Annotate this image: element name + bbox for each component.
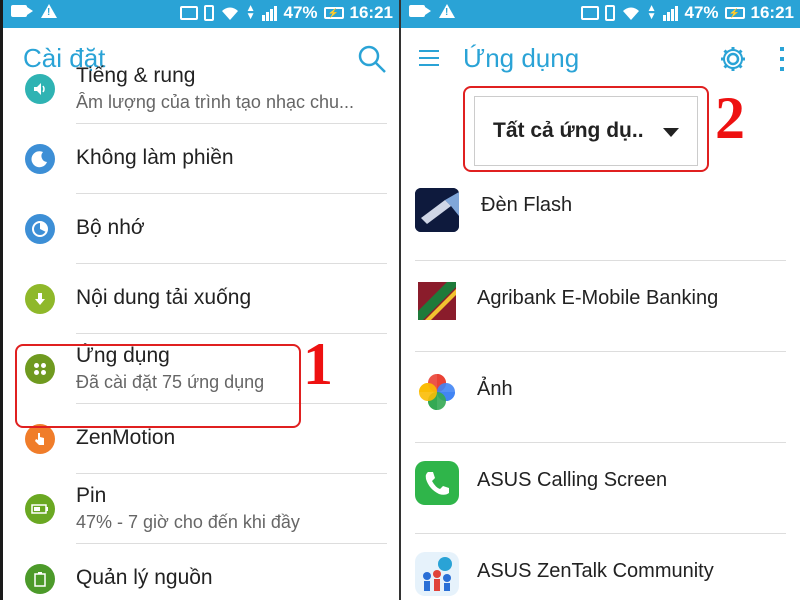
page-title: Ứng dụng <box>463 43 580 73</box>
settings-item-label: ZenMotion <box>76 426 176 449</box>
settings-item-label: Không làm phiền <box>76 146 234 169</box>
app-list: Đèn Flash Agribank E-Mobile Banking Ảnh … <box>401 170 800 600</box>
video-camera-icon <box>409 5 431 17</box>
app-item-calling-screen[interactable]: ASUS Calling Screen <box>401 443 800 534</box>
battery-percent: 47% <box>283 3 318 22</box>
warning-icon <box>41 4 57 18</box>
moon-icon <box>25 144 55 174</box>
storage-icon <box>25 214 55 244</box>
data-arrows-icon: ▲ ▼ <box>245 3 256 22</box>
calling-screen-app-icon <box>415 461 459 505</box>
settings-item-subtitle: 47% - 7 giờ cho đến khi đầy <box>76 512 300 532</box>
app-name: Ảnh <box>477 378 513 400</box>
app-name: Agribank E-Mobile Banking <box>477 287 719 309</box>
volume-icon <box>25 74 55 104</box>
app-name: ASUS ZenTalk Community <box>477 560 714 582</box>
touch-icon <box>25 424 55 454</box>
settings-item-subtitle: Âm lượng của trình tạo nhạc chu... <box>76 92 354 112</box>
wifi-icon <box>221 7 238 20</box>
vibrate-icon <box>203 5 214 21</box>
app-item-flashlight[interactable]: Đèn Flash <box>401 170 800 261</box>
settings-item-battery[interactable]: Pin 47% - 7 giờ cho đến khi đầy <box>3 474 399 544</box>
settings-item-label: Bộ nhớ <box>76 216 145 239</box>
battery-icon <box>25 494 55 524</box>
settings-screen: ▲▼ 47% ⚡ 16:21 Cài đặt Tiếng & rung Âm l… <box>0 0 399 600</box>
cast-icon <box>179 6 198 20</box>
settings-list: Tiếng & rung Âm lượng của trình tạo nhạc… <box>3 62 399 600</box>
step-number-1: 1 <box>303 331 333 397</box>
agribank-app-icon <box>415 279 459 323</box>
wifi-icon <box>622 7 639 20</box>
photos-app-icon <box>415 370 459 414</box>
highlight-box-filter <box>463 86 709 172</box>
power-manager-icon <box>25 564 55 594</box>
highlight-box-apps <box>15 344 301 428</box>
app-item-photos[interactable]: Ảnh <box>401 352 800 443</box>
flashlight-app-icon <box>415 188 459 232</box>
cast-icon <box>580 6 599 20</box>
settings-item-downloads[interactable]: Nội dung tải xuống <box>3 264 399 334</box>
status-bar: ▲▼ 47% ⚡ 16:21 <box>401 0 800 28</box>
step-number-2: 2 <box>715 85 745 151</box>
data-arrows-icon: ▲ ▼ <box>646 3 657 22</box>
warning-icon <box>439 4 455 18</box>
settings-item-label: Pin <box>76 484 107 507</box>
video-camera-icon <box>11 5 33 17</box>
vibrate-icon <box>604 5 615 21</box>
clock: 16:21 <box>750 3 794 22</box>
app-name: Đèn Flash <box>481 194 573 216</box>
settings-item-label: Quản lý nguồn <box>76 566 213 589</box>
settings-item-do-not-disturb[interactable]: Không làm phiền <box>3 124 399 194</box>
battery-percent: 47% <box>684 3 719 22</box>
battery-charging-icon: ⚡ <box>724 7 745 19</box>
status-bar: ▲▼ 47% ⚡ 16:21 <box>3 0 399 28</box>
gear-icon[interactable] <box>718 44 748 74</box>
zentalk-app-icon <box>415 552 459 596</box>
menu-icon[interactable] <box>419 50 439 66</box>
settings-item-storage[interactable]: Bộ nhớ <box>3 194 399 264</box>
app-name: ASUS Calling Screen <box>477 469 668 491</box>
app-item-zentalk[interactable]: ASUS ZenTalk Community <box>401 534 800 600</box>
apps-screen: ▲▼ 47% ⚡ 16:21 Ứng dụng <box>401 0 800 600</box>
settings-item-sound[interactable]: Tiếng & rung Âm lượng của trình tạo nhạc… <box>3 54 399 124</box>
settings-item-label: Tiếng & rung <box>76 64 196 87</box>
overflow-menu-icon[interactable] <box>778 46 786 72</box>
app-item-agribank[interactable]: Agribank E-Mobile Banking <box>401 261 800 352</box>
settings-item-power-manager[interactable]: Quản lý nguồn <box>3 544 399 600</box>
settings-item-label: Nội dung tải xuống <box>76 286 252 309</box>
signal-icon <box>663 6 679 21</box>
clock: 16:21 <box>349 3 393 22</box>
download-icon <box>25 284 55 314</box>
app-bar: Ứng dụng <box>401 28 800 90</box>
battery-charging-icon: ⚡ <box>323 7 344 19</box>
signal-icon <box>262 6 278 21</box>
